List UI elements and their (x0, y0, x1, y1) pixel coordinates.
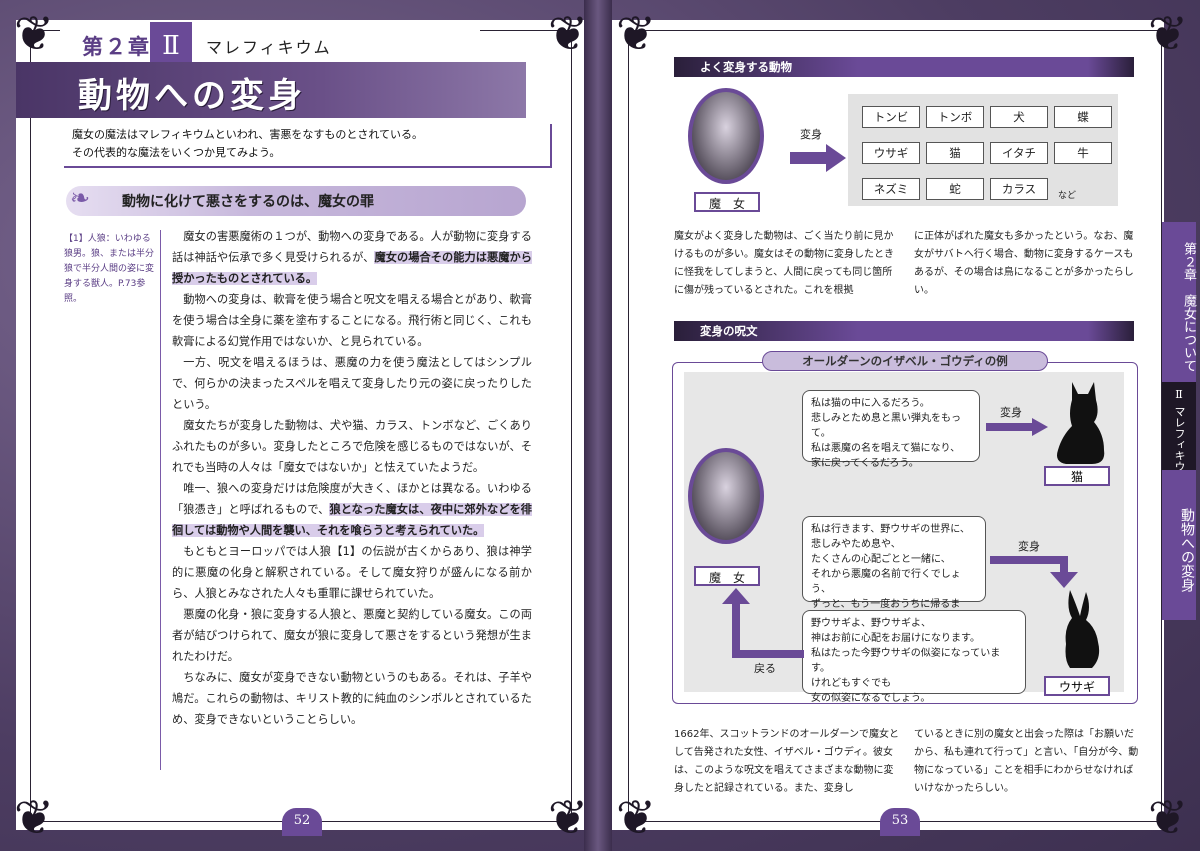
chapter-number: 第２章 (82, 34, 151, 59)
text-column: 魔女がよく変身した動物は、ごく当たり前に見かけるものが多い。魔女はその動物に変身… (674, 231, 894, 296)
animal-cell: ネズミ (862, 178, 920, 200)
ornament-corner-icon: ❦ (615, 790, 657, 846)
book-gutter (584, 0, 612, 851)
side-tab-chapter: 第２章 魔女について (1162, 222, 1196, 382)
section-heading: 変身の呪文 (700, 324, 758, 338)
animal-cell: 犬 (990, 106, 1048, 128)
animal-cell: トンボ (926, 106, 984, 128)
paragraph: 魔女の害悪魔術の１つが、動物への変身である。人が動物に変身する話は神話や伝承で多… (172, 230, 532, 285)
ornament-corner-icon: ❦ (13, 790, 55, 846)
right-arrow-icon (790, 144, 846, 172)
animal-cell: 蛇 (926, 178, 984, 200)
arrow-label: 変身 (800, 128, 822, 141)
animal-cell: 蝶 (1054, 106, 1112, 128)
intro-box: 魔女の魔法はマレフィキウムといわれ、害悪をなすものとされている。 その代表的な魔… (64, 124, 552, 168)
text-column: 1662年、スコットランドのオールダーンで魔女として告発された女性、イザベル・ゴ… (674, 729, 899, 794)
animal-cell: カラス (990, 178, 1048, 200)
animal-cell: トンビ (862, 106, 920, 128)
witch-label: 魔 女 (694, 566, 760, 586)
animal-cell: 牛 (1054, 142, 1112, 164)
body-text: 魔女の害悪魔術の１つが、動物への変身である。人が動物に変身する話は神話や伝承で多… (172, 226, 532, 730)
ornament-corner-icon: ❦ (1147, 6, 1189, 62)
right-arrow-icon (986, 418, 1048, 436)
note-divider (160, 230, 161, 770)
ornament-corner-icon: ❦ (547, 6, 589, 62)
intro-line: その代表的な魔法をいくつか見てみよう。 (72, 146, 281, 159)
paragraph: 動物への変身は、軟膏を使う場合と呪文を唱える場合とがあり、軟膏を使う場合は全身に… (172, 293, 532, 348)
section-heading: よく変身する動物 (700, 60, 792, 74)
animal-cell: イタチ (990, 142, 1048, 164)
paragraph: 一方、呪文を唱えるほうは、悪魔の力を使う魔法としてはシンプルで、何らかの決まった… (172, 356, 532, 411)
paragraph: 魔女たちが変身した動物は、犬や猫、カラス、トンボなど、ごくありふれたものが多い。… (172, 419, 532, 474)
ornament-corner-icon: ❦ (547, 790, 589, 846)
ornament-corner-icon: ❦ (1147, 790, 1189, 846)
cat-label: 猫 (1044, 466, 1110, 486)
text-column: に正体がばれた魔女も多かったという。なお、魔女がサバトへ行く場合、動物に変身する… (914, 231, 1134, 296)
speech-bubble: 私は猫の中に入るだろう。 悲しみとため息と黒い弾丸をもって。 私は悪魔の名を唱えて猫… (802, 390, 980, 469)
paragraph: ちなみに、魔女が変身できない動物というのもある。それは、子羊や鳩だ。これらの動物… (172, 671, 532, 726)
paragraph: もともとヨーロッパでは人狼【1】の伝説が古くからあり、狼は神学的に悪魔の化身と解… (172, 545, 532, 600)
etc-label: など (1058, 191, 1077, 201)
text-column: ているときに別の魔女と出会った際は「お願いだから、私も連れて行って」と言い、「自… (914, 729, 1139, 794)
intro-line: 魔女の魔法はマレフィキウムといわれ、害悪をなすものとされている。 (72, 128, 424, 141)
page-number: 53 (880, 808, 920, 836)
chapter-name: マレフィキウム (206, 38, 332, 57)
witch-portrait (688, 448, 764, 544)
ornament-corner-icon: ❦ (13, 6, 55, 62)
side-tab-section: Ⅱ マレフィキウム (1162, 382, 1196, 483)
flourish-icon: ❧ (70, 184, 91, 212)
page-number: 52 (282, 808, 322, 836)
hare-label: ウサギ (1044, 676, 1110, 696)
animal-cell: 猫 (926, 142, 984, 164)
down-arrow-icon (990, 556, 1078, 588)
cat-silhouette-icon (1057, 382, 1105, 464)
section-heading: 動物に化けて悪さをするのは、魔女の罪 (122, 194, 374, 210)
ornament-corner-icon: ❦ (615, 6, 657, 62)
example-title: オールダーンのイザベル・ゴウディの例 (762, 351, 1048, 371)
witch-label: 魔 女 (694, 192, 760, 212)
return-arrow-icon (722, 588, 804, 658)
side-tab-title: 動物への変身 (1162, 470, 1196, 620)
animal-cell: ウサギ (862, 142, 920, 164)
speech-bubble: 野ウサギよ、野ウサギよ、 神はお前に心配をお届けになります。 私はたった今野ウサギの… (802, 610, 1026, 704)
rabbit-silhouette-icon (1065, 590, 1100, 668)
paragraph: 唯一、狼への変身だけは危険度が大きく、ほかとは異なる。いわゆる「狼憑き」と呼ばれ… (172, 482, 532, 537)
paragraph: 悪魔の化身・狼に変身する人狼と、悪魔と契約している魔女。この両者が結びつけられて… (172, 608, 532, 663)
footnote: 【1】人狼：いわゆる狼男。狼、または半分狼で半分人間の姿に変身する獣人。P.73… (64, 234, 155, 304)
witch-portrait (688, 88, 764, 184)
page-title: 動物への変身 (78, 76, 306, 116)
speech-bubble: 私は行きます、野ウサギの世界に、 悲しみやため息や、 たくさんの心配ごとと一緒に、そ… (802, 516, 986, 625)
arrow-label: 戻る (754, 662, 776, 675)
